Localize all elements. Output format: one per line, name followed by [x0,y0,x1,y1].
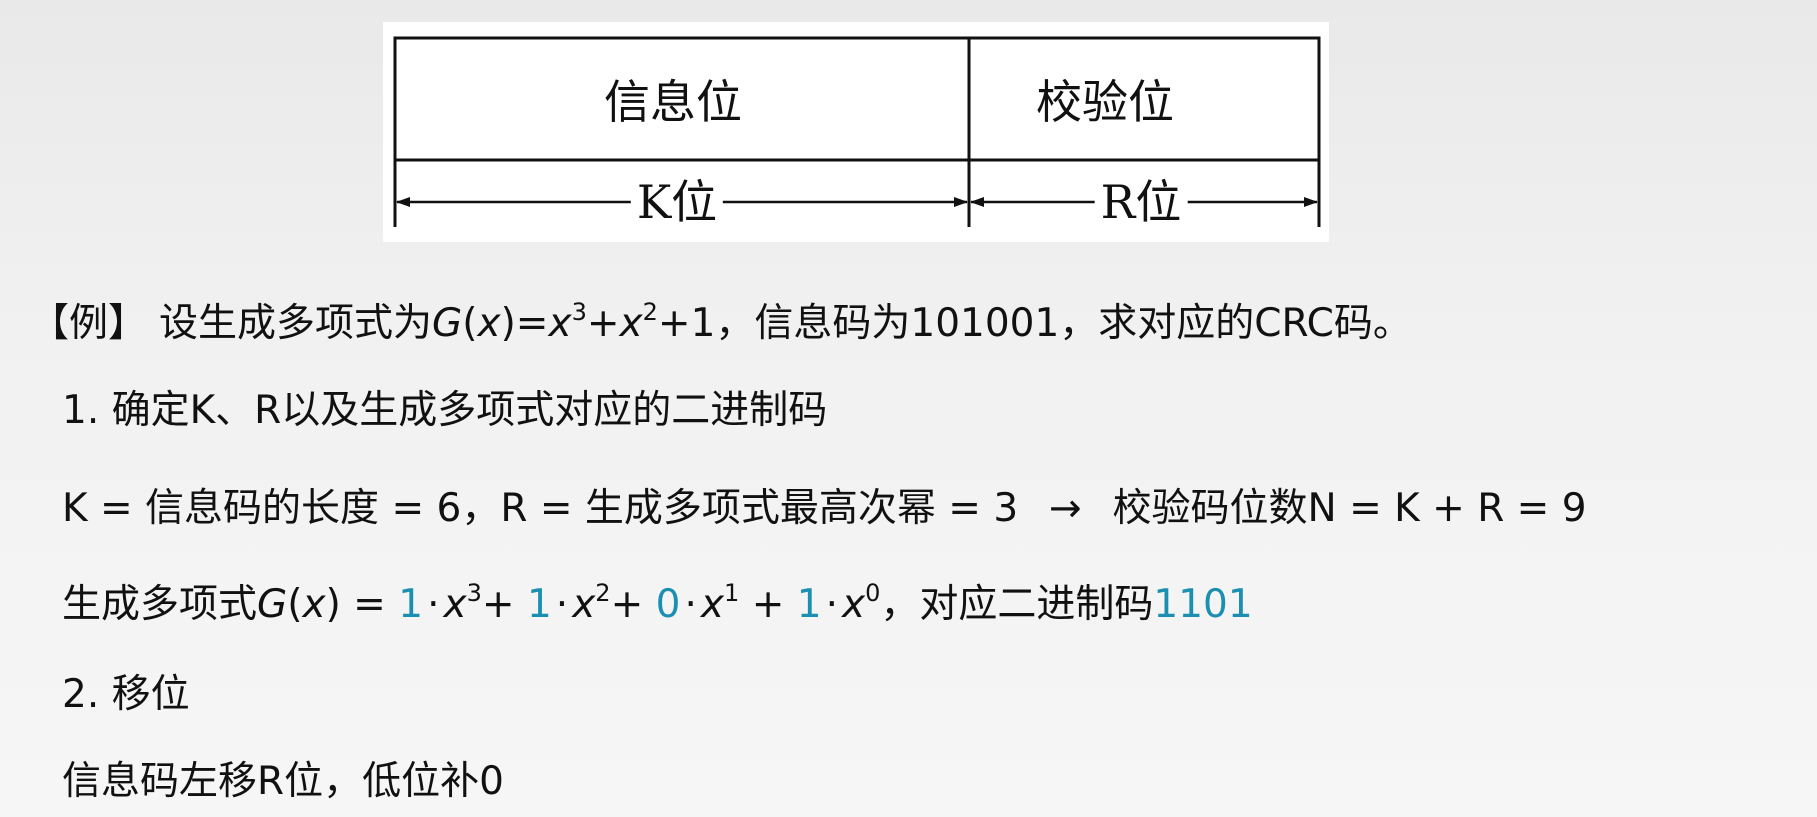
frame-diagram: 信息位 校验位 K位 R位 [383,22,1329,242]
coef-x0: 1 [796,582,822,627]
example-text-b: ，信息码为101001，求对应的CRC码。 [715,301,1412,346]
k-bits-label: K位 [630,179,724,225]
check-length: 校验码位数N = K + R = 9 [1112,486,1587,531]
example-text-a: 设生成多项式为 [159,301,433,346]
arrow-right-icon: → [1049,486,1082,531]
step2-title: 2. 移位 [62,672,190,717]
coef-x1: 0 [655,582,681,627]
kr-values: K = 信息码的长度 = 6，R = 生成多项式最高次幂 = 3 [62,486,1019,531]
coef-x3: 1 [398,582,424,627]
check-bits-header: 校验位 [1036,75,1174,129]
generator-binary: 1101 [1153,582,1253,627]
example-tag: 【例】 [30,301,148,346]
r-bits-label: R位 [1094,179,1188,225]
example-g: G [432,301,463,346]
step2-description: 信息码左移R位，低位补0 [62,759,504,804]
info-bits-header: 信息位 [604,75,742,129]
header-box [393,36,1321,162]
step1-title: 1. 确定K、R以及生成多项式对应的二进制码 [62,388,828,433]
example-statement: 【例】 设生成多项式为G(x)=x3+x2+1，信息码为101001，求对应的CR… [30,298,1412,346]
step1-kr-line: K = 信息码的长度 = 6，R = 生成多项式最高次幂 = 3 → 校验码位数… [62,489,1587,528]
generator-polynomial-line: 生成多项式G(x) = 1 · x3+ 1 · x2+ 0 · x1 + 1 · x0，对应二进… [62,579,1253,627]
coef-x2: 1 [526,582,552,627]
